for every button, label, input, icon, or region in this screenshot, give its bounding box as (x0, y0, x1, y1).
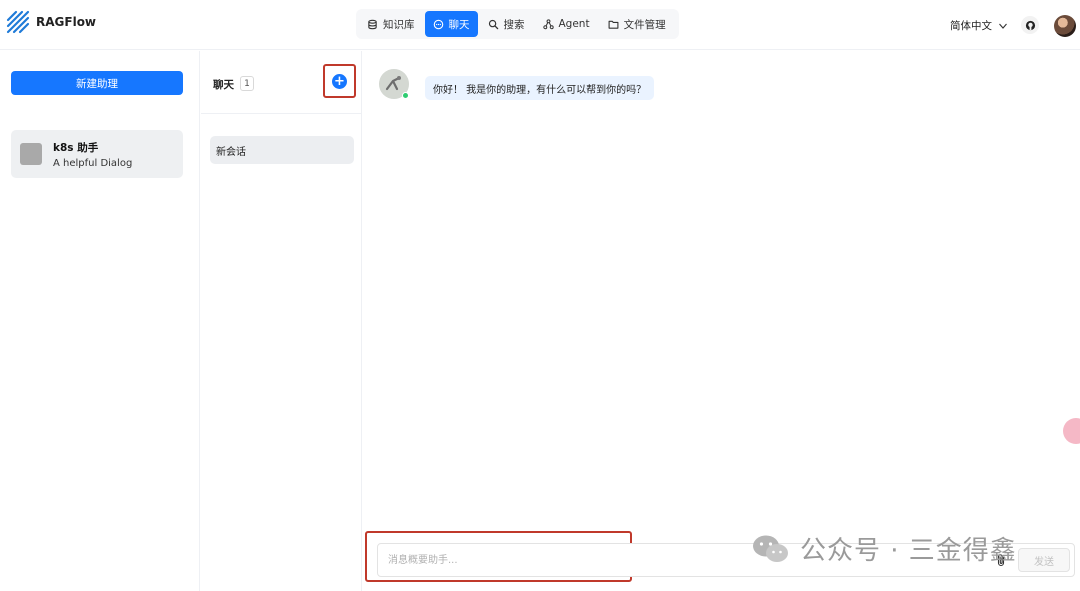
assistant-card[interactable]: k8s 助手 A helpful Dialog (11, 130, 183, 178)
plus-circle-icon: + (332, 73, 347, 89)
conversation-list-title: 聊天 (213, 79, 234, 91)
app-title: RAGFlow (36, 15, 97, 29)
search-icon (488, 19, 498, 29)
nav-label: 搜索 (503, 18, 525, 31)
github-icon (1025, 20, 1035, 30)
nav-label: 聊天 (448, 18, 470, 31)
conversation-item[interactable]: 新会话 (210, 136, 354, 164)
language-selector[interactable]: 简体中文 (950, 18, 1008, 33)
nav-item-knowledge-base[interactable]: 知识库 (359, 11, 423, 37)
language-label: 简体中文 (950, 20, 992, 32)
github-button[interactable] (1021, 16, 1039, 34)
main-nav: 知识库 聊天 搜索 Agent 文件管理 (356, 9, 679, 39)
database-icon (368, 19, 377, 29)
assistant-description: A helpful Dialog (53, 157, 133, 169)
nav-label: Agent (558, 18, 590, 30)
nav-item-chat[interactable]: 聊天 (424, 11, 478, 37)
watermark: 公众号 · 三金得鑫 (752, 530, 1017, 567)
chat-panel: 你好！ 我是你的助理，有什么可以帮到你的吗？ 发送 (363, 51, 1080, 591)
nav-item-agent[interactable]: Agent (535, 11, 598, 37)
assistant-name: k8s 助手 (53, 141, 99, 154)
conversation-list-panel: 聊天 1 + 新会话 (201, 51, 362, 591)
nav-item-file-management[interactable]: 文件管理 (600, 11, 674, 37)
online-status-dot (402, 92, 409, 99)
nav-item-search[interactable]: 搜索 (480, 11, 533, 37)
chevron-down-icon (999, 23, 1007, 29)
folder-icon (608, 20, 619, 29)
send-button[interactable]: 发送 (1018, 548, 1070, 572)
wechat-icon (753, 535, 788, 562)
nav-label: 知识库 (383, 18, 415, 31)
conversation-count-badge: 1 (240, 76, 254, 91)
assistant-sidebar: 新建助理 k8s 助手 A helpful Dialog (0, 51, 200, 591)
ragflow-logo-icon (6, 10, 30, 34)
new-assistant-button[interactable]: 新建助理 (11, 71, 183, 95)
top-header: RAGFlow 知识库 聊天 搜索 Agent 文件管理 简体中文 (0, 0, 1080, 50)
watermark-text: 公众号 · 三金得鑫 (800, 536, 1017, 566)
user-avatar[interactable] (1054, 15, 1076, 37)
assistant-avatar (20, 143, 42, 165)
chat-icon (433, 19, 443, 29)
assistant-text: k8s 助手 A helpful Dialog (53, 140, 132, 169)
ragflow-app: RAGFlow 知识库 聊天 搜索 Agent 文件管理 简体中文 新建助理 k… (0, 0, 1080, 591)
nav-label: 文件管理 (623, 18, 666, 31)
logo[interactable]: RAGFlow (6, 10, 96, 34)
new-conversation-button[interactable]: + (323, 64, 356, 98)
assistant-greeting-message: 你好！ 我是你的助理，有什么可以帮到你的吗？ (425, 76, 655, 100)
conversation-list-header: 聊天 1 + (201, 51, 362, 114)
agent-icon (542, 18, 554, 29)
